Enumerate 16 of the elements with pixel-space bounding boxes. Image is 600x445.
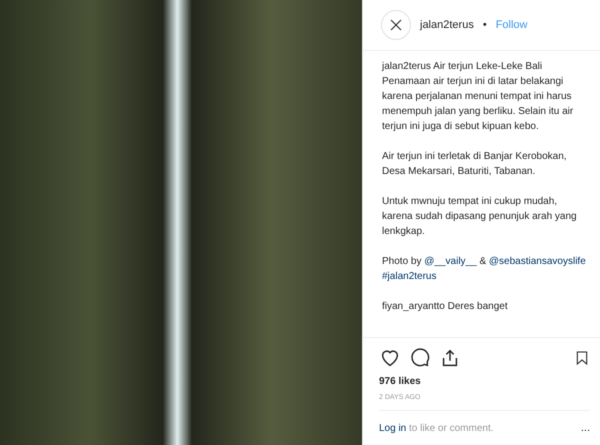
more-button[interactable]: ... — [580, 422, 590, 434]
login-link[interactable]: Log in — [379, 422, 406, 434]
avatar[interactable] — [381, 10, 411, 40]
caption-link[interactable]: @sebastiansavoyslife — [488, 256, 586, 267]
username[interactable]: jalan2terus — [420, 19, 474, 31]
caption-link[interactable]: #jalan2terus — [382, 271, 436, 282]
comment: fiyan_aryantto Deres banget — [382, 300, 509, 314]
login-prompt: Log in to like or comment. — [379, 422, 495, 434]
caption-paragraph: Air terjun ini terletak di Banjar Kerobokan, Desa Mekarsari, Baturiti, Tabanan. — [382, 150, 568, 179]
caption-link[interactable]: @__vaily__ — [424, 256, 477, 267]
caption-paragraph: Photo by @__vaily__ & @sebastiansavoyslife #jalan2terus — [382, 255, 587, 284]
caption-paragraph: Untuk mwnuju tempat ini cukup mudah, karena sudah dipasang penunjuk arah yang lenkgkap. — [382, 195, 578, 239]
likes-count: 976 likes — [379, 376, 422, 387]
caption-paragraph: jalan2terus Air terjun Leke-Leke Bali Penamaan air terjun ini di latar belakangi karena perjalanan menuni tempat ini harus menempuh jalan yang berliku. Selain itu air terjun ini juga di sebut kipuan kebo. — [382, 60, 574, 134]
separator-dot: • — [482, 19, 487, 31]
comment-icon[interactable] — [409, 347, 431, 369]
